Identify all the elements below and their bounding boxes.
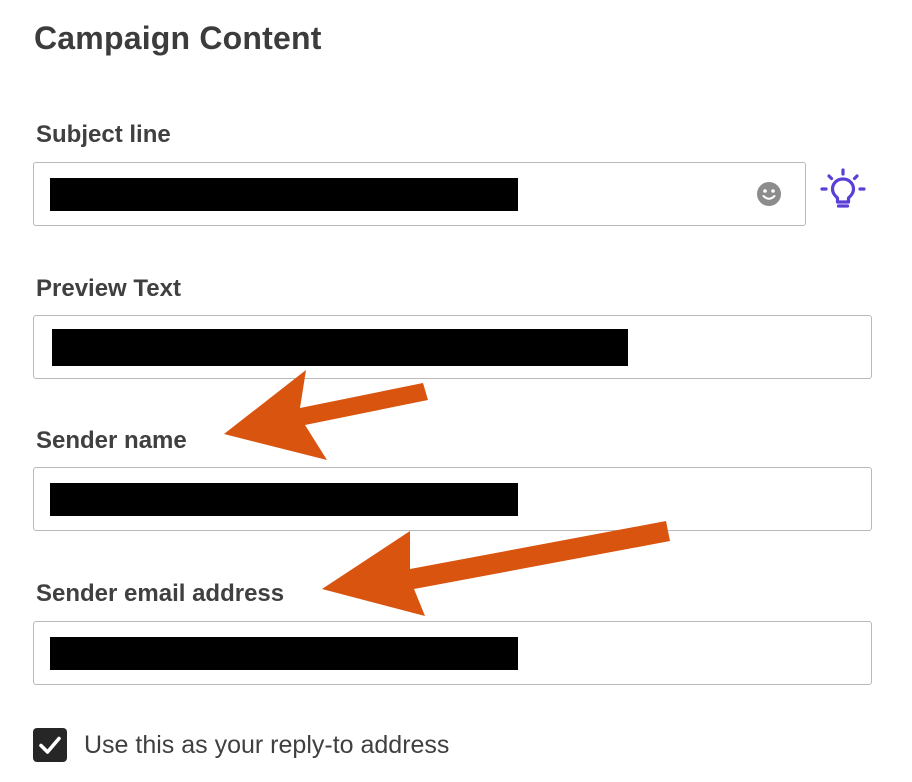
redacted-value [50,483,518,516]
sender-email-label: Sender email address [36,580,285,607]
arrow-icon [322,521,670,616]
reply-to-checkbox[interactable] [33,728,67,762]
smiley-face-icon[interactable] [755,180,783,208]
page-title: Campaign Content [34,20,322,56]
checkmark-icon [39,736,61,754]
lightbulb-icon[interactable] [818,166,868,216]
redacted-value [50,178,518,211]
preview-text-label: Preview Text [36,275,181,302]
redacted-value [50,637,518,670]
arrow-icon [224,370,428,460]
sender-name-label: Sender name [36,427,187,454]
redacted-value [52,329,628,366]
sender-name-input[interactable] [33,467,872,531]
reply-to-label: Use this as your reply-to address [84,731,450,759]
subject-line-input[interactable] [33,162,806,226]
subject-line-label: Subject line [36,121,171,148]
preview-text-input[interactable] [33,315,872,379]
sender-email-input[interactable] [33,621,872,685]
